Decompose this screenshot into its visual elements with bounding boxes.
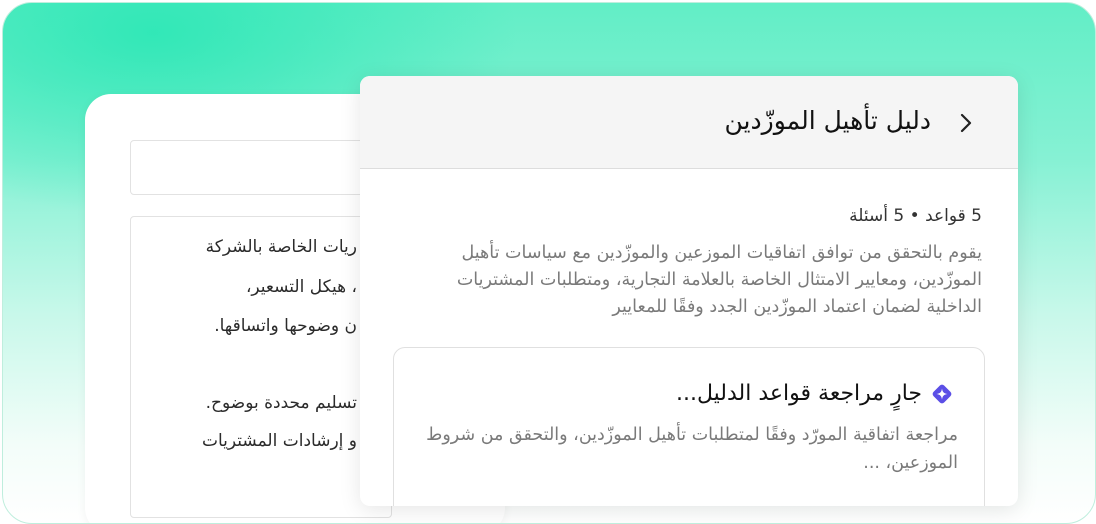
background-input-field xyxy=(130,140,392,195)
background-text-line: ريات الخاصة بالشركة xyxy=(205,237,357,257)
sparkle-icon xyxy=(932,384,952,403)
review-status-card: جارٍ مراجعة قواعد الدليل... مراجعة اتفاق… xyxy=(393,347,985,506)
background-text-line: و إرشادات المشتريات xyxy=(202,431,357,451)
status-description: مراجعة اتفاقية المورّد وفقًا لمتطلبات تأ… xyxy=(426,425,958,473)
panel-title: دليل تأهيل الموزّدين xyxy=(724,106,931,135)
background-text-line: ، هيكل التسعير، xyxy=(245,277,357,297)
playbook-panel: دليل تأهيل الموزّدين 5 قواعد • 5 أسئلة ي… xyxy=(360,76,1018,506)
rules-questions-count: 5 قواعد • 5 أسئلة xyxy=(849,206,982,226)
hero-background: ريات الخاصة بالشركة ، هيكل التسعير، ن وض… xyxy=(2,2,1096,524)
chevron-right-icon[interactable] xyxy=(956,112,976,134)
background-text-line: تسليم محددة بوضوح. xyxy=(205,393,357,413)
background-text-line: ن وضوحها واتساقها. xyxy=(214,316,357,336)
status-title: جارٍ مراجعة قواعد الدليل... xyxy=(676,381,922,406)
panel-header: دليل تأهيل الموزّدين xyxy=(360,76,1018,169)
background-text-area xyxy=(130,216,392,518)
playbook-description: يقوم بالتحقق من توافق اتفاقيات الموزعين … xyxy=(456,243,982,317)
status-title-row: جارٍ مراجعة قواعد الدليل... xyxy=(676,381,954,406)
